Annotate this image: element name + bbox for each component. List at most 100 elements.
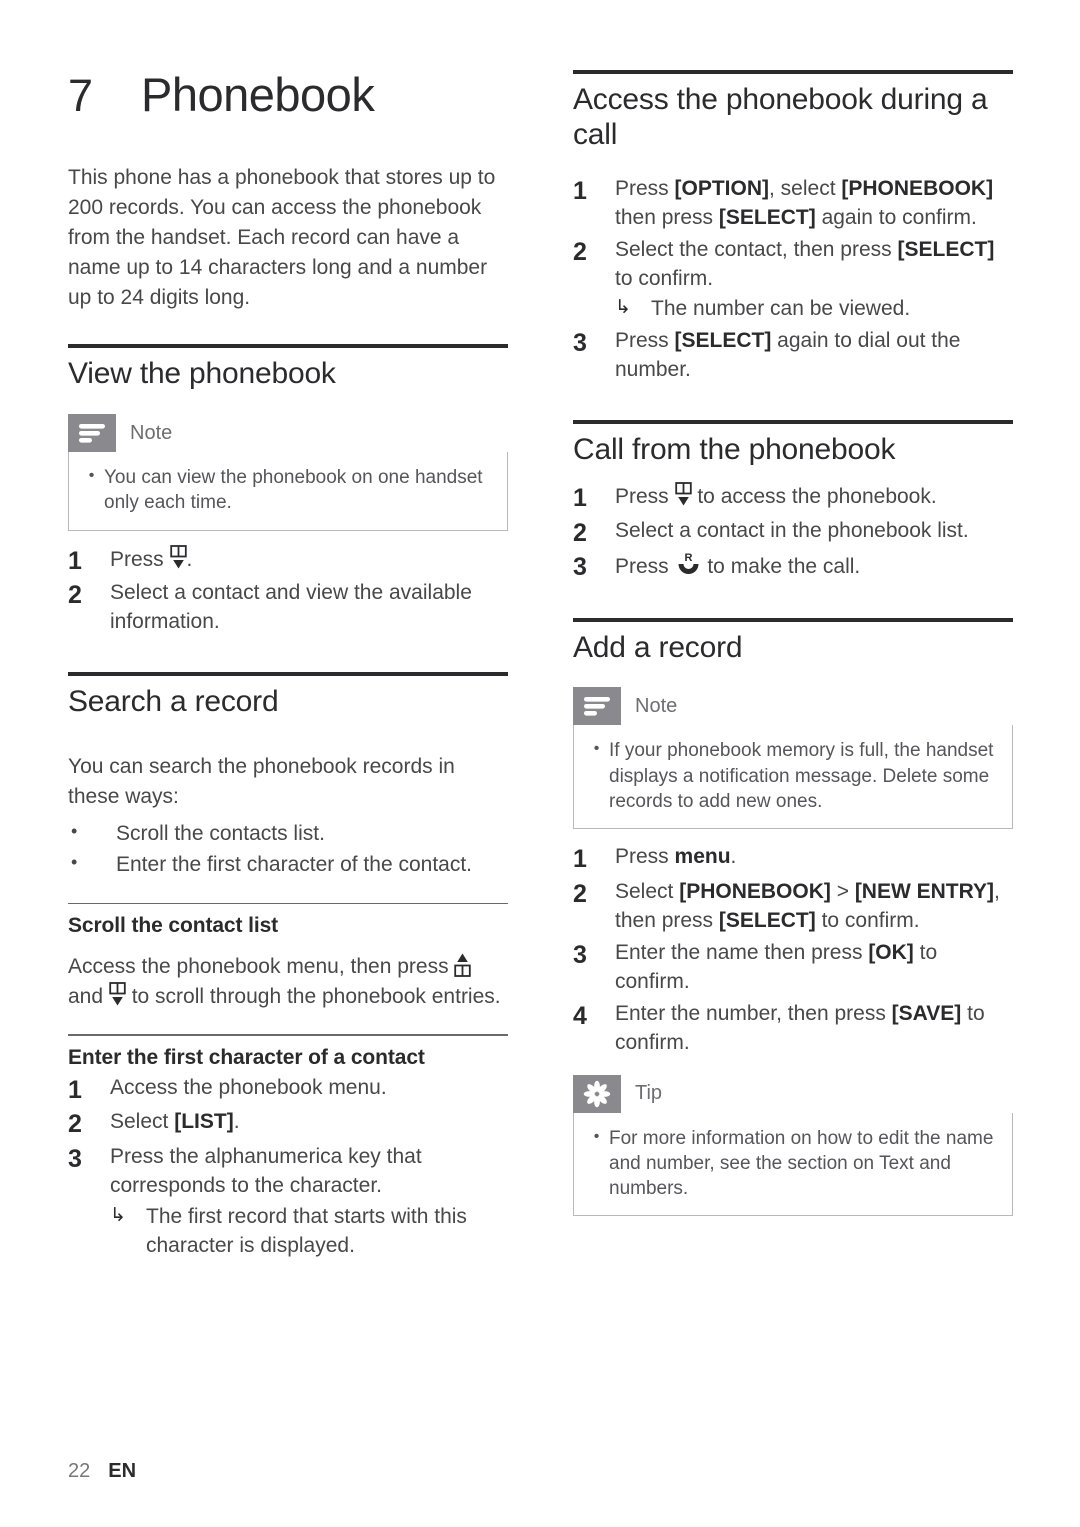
step-text: Press to access the phonebook. [615,482,1013,512]
step-number: 1 [68,546,82,575]
step-text: Select a contact and view the available … [110,581,472,634]
step-item: 3 Enter the name then press [OK] to conf… [573,939,1013,997]
step-text-after: . [186,547,193,571]
section-title-search-record: Search a record [68,685,279,719]
plain-text-run: Enter the name then press [615,940,869,964]
emphasized-key-label: [NEW ENTRY] [854,879,995,903]
list-item: • Scroll the contacts list. [68,818,508,850]
plain-text-run: Enter the number, then press [615,1001,892,1025]
step-item: 1 Access the phonebook menu. [68,1074,508,1106]
note-callout-header: Note [573,687,1013,726]
call-r-icon: R [675,551,702,577]
search-ways-list: • Scroll the contacts list. • Enter the … [68,818,508,881]
tip-callout-label: Tip [635,1082,663,1105]
list-item-text: Enter the first character of the contact… [116,853,473,877]
step-text: Press R to make the call. [615,551,1013,582]
step-item: 2 Select [PHONEBOOK] > [NEW ENTRY], then… [573,878,1013,936]
left-column: 7 Phonebook This phone has a phonebook t… [68,70,508,1264]
step-item: 1 Press [OPTION], select [PHONEBOOK] the… [573,175,1013,233]
note-lines-icon [573,687,621,726]
subsection-rule-scroll-contact-list [68,902,508,905]
step-item: 1 Press . [68,544,508,577]
emphasized-key-label: [OK] [868,940,914,964]
steps-add-record: 1 Press menu. 2 Select [PHONEBOOK] > [NE… [573,843,1013,1057]
note-callout-view-phonebook: Note • You can view the phonebook on one… [68,414,508,531]
section-rule-add-record [573,617,1013,622]
step-item: 3 Press the alphanumerica key that corre… [68,1143,508,1261]
step-text-before: Press [615,485,675,509]
section-rule-access-during-call [573,70,1013,74]
right-column: Access the phonebook during a call 1 Pre… [573,70,1013,1217]
plain-text-run: Select the contact, then press [615,237,898,261]
phonebook-down-icon [109,982,126,1007]
step-number: 3 [573,553,587,582]
step-number: 2 [573,518,587,547]
result-arrow-icon: ↳ [110,1204,126,1226]
plain-text-run: . [730,845,737,869]
step-number: 2 [573,237,587,266]
step-text-bold: [LIST] [174,1110,234,1134]
step-item: 2 Select [LIST]. [68,1108,508,1140]
emphasized-key-label: [SAVE] [891,1001,962,1025]
plain-text-run: to confirm. [615,266,714,290]
emphasized-key-label: [PHONEBOOK] [841,176,994,200]
svg-text:R: R [684,552,692,564]
scroll-text-2: and [68,985,109,1009]
steps-view-phonebook: 1 Press . 2 Select a contact and view th… [68,544,508,637]
bullet-dot-icon: • [593,1127,600,1145]
tip-list-item: • For more information on how to edit th… [584,1126,998,1202]
chapter-intro-paragraph: This phone has a phonebook that stores u… [68,166,496,309]
bullet-dot-icon: • [593,740,600,758]
tip-callout-body: • For more information on how to edit th… [573,1112,1013,1217]
step-result: ↳ The first record that starts with this… [110,1203,508,1261]
plain-text-run: to confirm. [815,908,920,932]
phonebook-down-icon [674,482,692,507]
list-item: • Enter the first character of the conta… [68,849,508,881]
steps-enter-first-character: 1 Access the phonebook menu. 2 Select [L… [68,1074,508,1261]
step-number: 1 [573,176,587,205]
tip-item-text: For more information on how to edit the … [609,1127,994,1200]
step-number: 3 [68,1144,82,1173]
step-text: Press [OPTION], select [PHONEBOOK] then … [615,175,1013,233]
plain-text-run: , select [769,176,842,200]
emphasized-key-label: [SELECT] [674,329,772,353]
section-title-add-record: Add a record [573,630,743,664]
tip-callout-header: Tip [573,1074,1013,1113]
step-text: Select [LIST]. [110,1108,508,1137]
step-text-tail: . [233,1110,240,1134]
step-text: Access the phonebook menu. [110,1075,387,1099]
scroll-contact-list-text: Access the phonebook menu, then press an… [68,952,508,1012]
note-list-item: • If your phonebook memory is full, the … [584,738,998,814]
tip-star-icon [573,1074,621,1113]
step-text: Press . [110,544,508,575]
step-number: 1 [68,1075,82,1104]
note-item-text: You can view the phonebook on one handse… [104,467,483,514]
step-number: 3 [573,329,587,358]
page-number: 22 [68,1460,91,1482]
note-callout-header: Note [68,414,508,453]
step-number: 2 [68,581,82,610]
step-item: 4 Enter the number, then press [SAVE] to… [573,1000,1013,1058]
step-number: 1 [573,845,587,874]
emphasized-key-label: [OPTION] [674,176,770,200]
step-text-before: Press [110,547,170,571]
section-title-access-during-call: Access the phonebook during a call [573,83,988,151]
section-rule-search-record [68,672,508,677]
step-result: ↳ The number can be viewed. [615,295,1013,324]
step-text-after: to access the phonebook. [691,485,937,509]
emphasized-key-label: [SELECT] [718,205,816,229]
emphasized-key-label: [SELECT] [897,237,995,261]
step-item: 1 Press menu. [573,843,1013,875]
note-lines-icon [68,414,116,453]
step-text: Press the alphanumerica key that corresp… [110,1143,508,1261]
page-footer: 22 EN [68,1460,136,1483]
note-callout-label: Note [130,421,173,444]
step-item: 3 Press [SELECT] again to dial out the n… [573,327,1013,385]
steps-call-from-phonebook: 1 Press to access the phonebook. 2 Selec… [573,482,1013,583]
plain-text-run: Press [615,845,675,869]
chapter-title-text: Phonebook [141,68,375,121]
step-item: 2 Select a contact in the phonebook list… [573,517,1013,549]
step-text-after: to make the call. [701,555,861,579]
scroll-text-1: Access the phonebook menu, then press [68,955,455,979]
phonebook-up-icon [454,952,472,978]
